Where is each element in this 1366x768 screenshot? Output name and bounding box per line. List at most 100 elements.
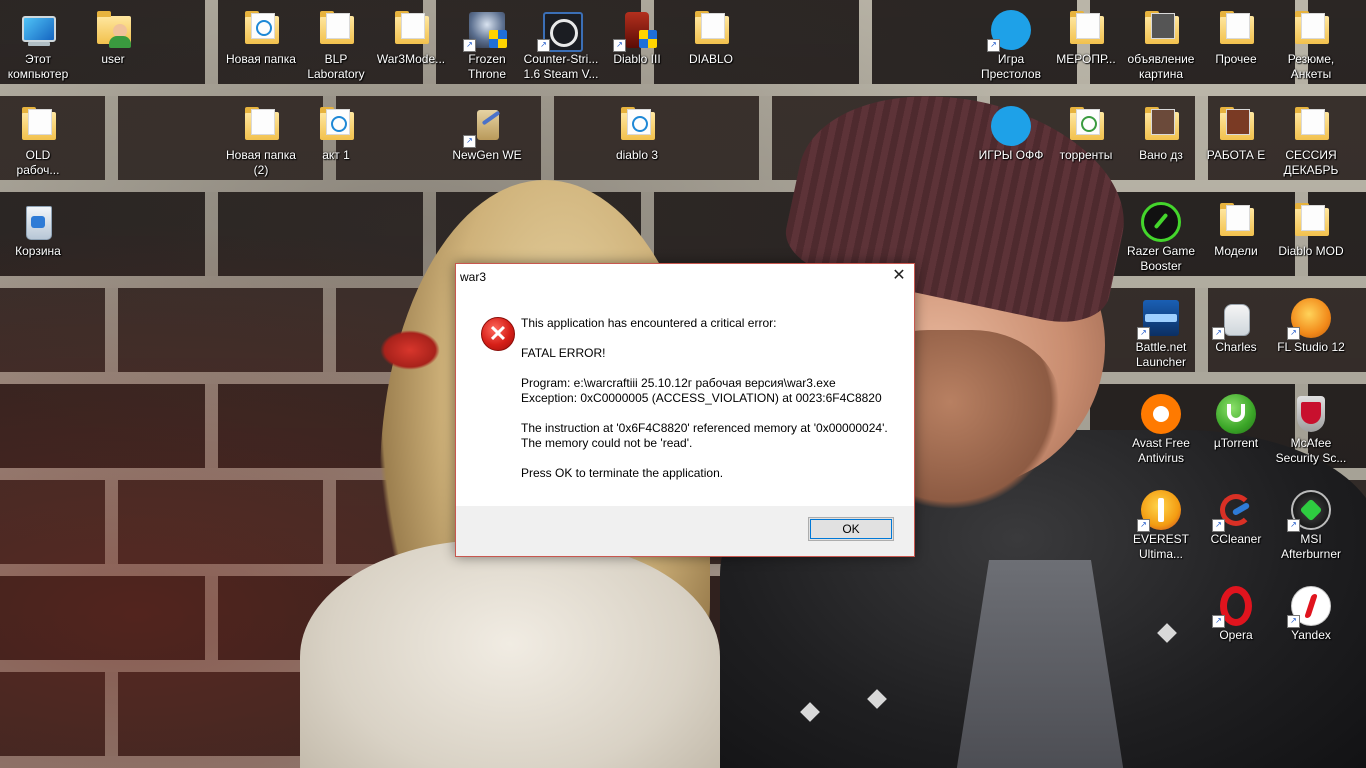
desktop-icon-everest[interactable]: ↗ EVEREST Ultima... <box>1123 482 1199 562</box>
close-icon[interactable]: ✕ <box>884 264 914 290</box>
icon-label: Razer Game Booster <box>1126 244 1196 273</box>
desktop-icon-war3model[interactable]: War3Mode... <box>373 2 449 67</box>
desktop-icon-mcafee[interactable]: McAfee Security Sc... <box>1273 386 1349 466</box>
icon-label: µTorrent <box>1213 436 1259 450</box>
dialog-titlebar[interactable]: war3 ✕ <box>456 264 914 290</box>
dialog-title: war3 <box>460 270 487 284</box>
icon-label: FL Studio 12 <box>1277 340 1345 354</box>
fl-studio-icon: ↗ <box>1287 298 1331 340</box>
desktop-icon-torrenty[interactable]: торренты <box>1048 98 1124 163</box>
desktop-icon-diablo-folder[interactable]: DIABLO <box>673 2 749 67</box>
folder-icon <box>1291 10 1331 50</box>
folder-icon <box>1291 202 1331 242</box>
desktop-icon-msi-afterburner[interactable]: ↗ MSI Afterburner <box>1273 482 1349 562</box>
desktop-icon-rezyume[interactable]: Резюме, Анкеты <box>1273 2 1349 82</box>
mcafee-icon <box>1291 394 1331 434</box>
desktop-icon-modeli[interactable]: Модели <box>1198 194 1274 259</box>
desktop-icon-diablo-mod[interactable]: Diablo MOD <box>1273 194 1349 259</box>
icon-label: Вано дз <box>1139 148 1183 162</box>
icon-label: BLP Laboratory <box>307 52 365 81</box>
desktop-icon-ccleaner[interactable]: ↗ CCleaner <box>1198 482 1274 547</box>
desktop-icon-razer[interactable]: Razer Game Booster <box>1123 194 1199 274</box>
icon-label: Counter-Stri... 1.6 Steam V... <box>523 52 599 81</box>
icon-label: Yandex <box>1291 628 1331 642</box>
desktop-icon-rabota-e[interactable]: РАБОТА Е <box>1198 98 1274 163</box>
ccleaner-icon: ↗ <box>1212 490 1256 532</box>
yandex-icon: ↗ <box>1287 586 1331 628</box>
error-line-intro: This application has encountered a criti… <box>521 316 777 330</box>
icon-label: NewGen WE <box>452 148 522 162</box>
folder-icon <box>18 106 58 146</box>
icon-label: торренты <box>1059 148 1113 162</box>
desktop-icon-old-rabochiy[interactable]: OLD рабоч... <box>0 98 76 178</box>
desktop-icon-fl-studio[interactable]: ↗ FL Studio 12 <box>1273 290 1349 355</box>
icon-label: ИГРЫ ОФФ <box>978 148 1044 162</box>
error-line-fatal: FATAL ERROR! <box>521 346 606 360</box>
utorrent-icon <box>1216 394 1256 434</box>
icon-label: СЕССИЯ ДЕКАБРЬ <box>1283 148 1339 177</box>
frozen-throne-icon: ↗ <box>463 10 507 52</box>
desktop-icon-this-computer[interactable]: Этот компьютер <box>0 2 76 82</box>
folder-icon <box>617 106 657 146</box>
desktop-icon-battle-net[interactable]: ↗ Battle.net Launcher <box>1123 290 1199 370</box>
icon-label: Этот компьютер <box>7 52 69 81</box>
desktop-icon-counter-strike[interactable]: ↗ Counter-Stri... 1.6 Steam V... <box>523 2 599 82</box>
charles-icon: ↗ <box>1212 298 1256 340</box>
desktop-icon-recycle-bin[interactable]: Корзина <box>0 194 76 259</box>
error-message: This application has encountered a criti… <box>521 316 906 496</box>
blue-circle-icon <box>991 106 1031 146</box>
desktop-icon-akt-1[interactable]: акт 1 <box>298 98 374 163</box>
folder-icon <box>241 10 281 50</box>
icon-label: Opera <box>1219 628 1253 642</box>
desktop-icon-sessiya[interactable]: СЕССИЯ ДЕКАБРЬ <box>1273 98 1349 178</box>
desktop-icon-obyavlenie[interactable]: объявление картина <box>1123 2 1199 82</box>
ok-button[interactable]: OK <box>808 517 894 541</box>
desktop-icon-opera[interactable]: ↗ Opera <box>1198 578 1274 643</box>
desktop-icon-charles[interactable]: ↗ Charles <box>1198 290 1274 355</box>
computer-icon <box>18 10 58 50</box>
desktop-icon-igry-off[interactable]: ИГРЫ ОФФ <box>973 98 1049 163</box>
blue-circle-icon: ↗ <box>987 10 1031 52</box>
msi-afterburner-icon: ↗ <box>1287 490 1331 532</box>
folder-icon <box>316 106 356 146</box>
razer-icon <box>1141 202 1181 242</box>
folder-icon <box>1216 202 1256 242</box>
desktop-icon-meropr[interactable]: МЕРОПР... <box>1048 2 1124 67</box>
desktop-icon-newgen-we[interactable]: ↗ NewGen WE <box>449 98 525 163</box>
icon-label: War3Mode... <box>376 52 446 66</box>
icon-label: Diablo III <box>613 52 661 66</box>
desktop-icon-new-folder-2[interactable]: Новая папка (2) <box>223 98 299 178</box>
icon-label: Frozen Throne <box>467 52 507 81</box>
user-folder-icon <box>93 10 133 50</box>
desktop-icon-user[interactable]: user <box>75 2 151 67</box>
desktop-icon-vano-dz[interactable]: Вано дз <box>1123 98 1199 163</box>
avast-icon <box>1141 394 1181 434</box>
icon-label: diablo 3 <box>615 148 659 162</box>
desktop-icon-new-folder[interactable]: Новая папка <box>223 2 299 67</box>
desktop-icon-frozen-throne[interactable]: ↗ Frozen Throne <box>449 2 525 82</box>
icon-label: Резюме, Анкеты <box>1287 52 1335 81</box>
desktop-icon-diablo-3-folder[interactable]: diablo 3 <box>599 98 675 163</box>
everest-icon: ↗ <box>1137 490 1181 532</box>
folder-icon <box>1066 106 1106 146</box>
icon-label: Новая папка <box>226 52 296 66</box>
desktop-icon-blp-laboratory[interactable]: BLP Laboratory <box>298 2 374 82</box>
folder-icon <box>691 10 731 50</box>
desktop-icon-utorrent[interactable]: µTorrent <box>1198 386 1274 451</box>
desktop-icon-diablo-iii[interactable]: ↗ Diablo III <box>599 2 675 67</box>
icon-label: Игра Престолов <box>981 52 1041 81</box>
desktop-icon-yandex[interactable]: ↗ Yandex <box>1273 578 1349 643</box>
icon-label: Прочее <box>1215 52 1257 66</box>
folder-icon <box>1141 106 1181 146</box>
folder-icon <box>1216 10 1256 50</box>
dialog-body: ✕ This application has encountered a cri… <box>456 290 914 506</box>
folder-icon <box>1141 10 1181 50</box>
desktop-icon-game-of-thrones[interactable]: ↗ Игра Престолов <box>973 2 1049 82</box>
desktop-icon-prochee[interactable]: Прочее <box>1198 2 1274 67</box>
counter-strike-icon: ↗ <box>537 10 583 52</box>
folder-icon <box>1066 10 1106 50</box>
icon-label: Battle.net Launcher <box>1135 340 1187 369</box>
icon-label: объявление картина <box>1127 52 1195 81</box>
folder-icon <box>391 10 431 50</box>
desktop-icon-avast[interactable]: Avast Free Antivirus <box>1123 386 1199 466</box>
